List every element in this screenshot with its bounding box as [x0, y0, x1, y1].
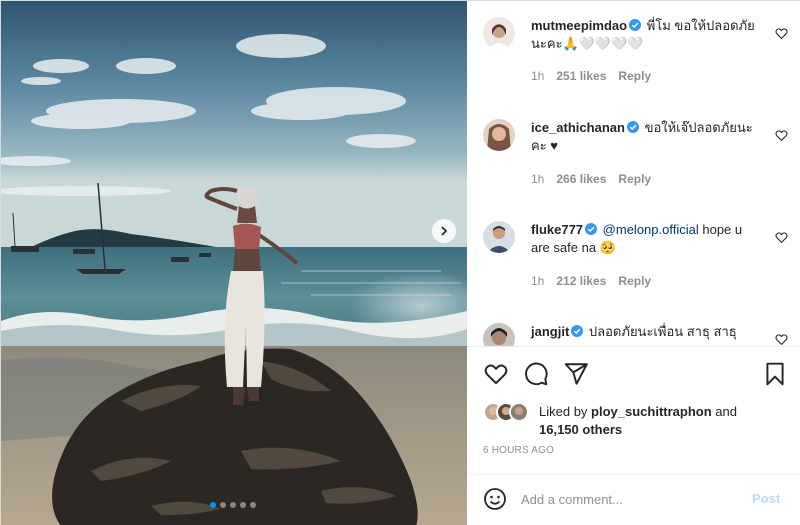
liked-by-section: Liked by ploy_suchittraphon and 16,150 o… — [483, 401, 783, 441]
comment-item: jangjit ปลอดภัยนะเพื่อน สาธุ สาธุ — [483, 323, 788, 346]
comment-likes[interactable]: 251 likes — [556, 69, 606, 83]
instagram-post-window: mutmeepimdao พี่โม ขอให้ปลอดภัยนะคะ🙏🤍🤍🤍🤍… — [0, 0, 800, 525]
carousel-dot — [220, 502, 226, 508]
post-action-bar — [483, 361, 788, 387]
reply-button[interactable]: Reply — [618, 172, 651, 186]
comment-time[interactable]: 1h — [531, 69, 544, 83]
comment-like-heart-icon[interactable] — [775, 231, 788, 244]
comment-username[interactable]: ice_athichanan — [531, 120, 625, 135]
comment-body: mutmeepimdao พี่โม ขอให้ปลอดภัยนะคะ🙏🤍🤍🤍🤍 — [531, 17, 761, 53]
post-timestamp[interactable]: 6 HOURS AGO — [483, 445, 554, 456]
comment-like-heart-icon[interactable] — [775, 129, 788, 142]
bookmark-icon[interactable] — [762, 361, 788, 387]
paper-plane-icon[interactable] — [563, 361, 589, 387]
avatar — [509, 402, 529, 422]
comment-meta: 1h 266 likes Reply — [531, 172, 651, 186]
comment-likes[interactable]: 212 likes — [556, 274, 606, 288]
avatar[interactable] — [483, 221, 515, 253]
liked-by-and: and — [715, 404, 737, 419]
carousel-next-button[interactable] — [432, 219, 456, 243]
comment-body: ice_athichanan ขอให้เจ๊ปลอดภัยนะคะ ♥ — [531, 119, 761, 155]
avatar[interactable] — [483, 119, 515, 151]
carousel-dot — [230, 502, 236, 508]
post-side-panel: mutmeepimdao พี่โม ขอให้ปลอดภัยนะคะ🙏🤍🤍🤍🤍… — [467, 1, 800, 525]
comment-meta: 1h 212 likes Reply — [531, 274, 651, 288]
emoji-icon[interactable] — [483, 487, 507, 511]
avatar[interactable] — [483, 17, 515, 49]
add-comment-bar: Post — [467, 474, 800, 525]
verified-badge-icon — [629, 19, 642, 31]
verified-badge-icon — [626, 121, 639, 133]
comment-input[interactable] — [521, 489, 741, 509]
chevron-right-icon — [441, 226, 448, 236]
heart-icon[interactable] — [483, 361, 509, 387]
liked-by-text: Liked by ploy_suchittraphon and 16,150 o… — [539, 403, 779, 439]
comment-time[interactable]: 1h — [531, 274, 544, 288]
beach-photo-image — [1, 1, 467, 525]
verified-badge-icon — [571, 325, 584, 337]
divider — [467, 346, 800, 347]
comments-list[interactable]: mutmeepimdao พี่โม ขอให้ปลอดภัยนะคะ🙏🤍🤍🤍🤍… — [467, 1, 800, 346]
verified-badge-icon — [585, 223, 598, 235]
carousel-dot — [210, 502, 216, 508]
comment-meta: 1h 251 likes Reply — [531, 69, 651, 83]
comment-item: fluke777 @melonp.official hope u are saf… — [483, 221, 788, 311]
comment-like-heart-icon[interactable] — [775, 333, 788, 346]
post-comment-button[interactable]: Post — [752, 491, 780, 506]
comment-body: jangjit ปลอดภัยนะเพื่อน สาธุ สาธุ — [531, 323, 761, 341]
liked-by-others-link[interactable]: 16,150 others — [539, 422, 622, 437]
comment-username[interactable]: mutmeepimdao — [531, 18, 627, 33]
post-photo[interactable] — [1, 1, 467, 525]
comment-likes[interactable]: 266 likes — [556, 172, 606, 186]
comment-item: mutmeepimdao พี่โม ขอให้ปลอดภัยนะคะ🙏🤍🤍🤍🤍… — [483, 17, 788, 107]
liked-by-user-link[interactable]: ploy_suchittraphon — [591, 404, 712, 419]
comment-body: fluke777 @melonp.official hope u are saf… — [531, 221, 761, 257]
comment-username[interactable]: jangjit — [531, 324, 569, 339]
carousel-indicator — [210, 502, 256, 508]
reply-button[interactable]: Reply — [618, 69, 651, 83]
comment-mention-link[interactable]: @melonp.official — [603, 222, 699, 237]
comment-icon[interactable] — [523, 361, 549, 387]
reply-button[interactable]: Reply — [618, 274, 651, 288]
comment-like-heart-icon[interactable] — [775, 27, 788, 40]
liked-by-prefix: Liked by — [539, 404, 588, 419]
carousel-dot — [240, 502, 246, 508]
comment-text: ปลอดภัยนะเพื่อน สาธุ สาธุ — [588, 324, 737, 339]
comment-username[interactable]: fluke777 — [531, 222, 583, 237]
comment-time[interactable]: 1h — [531, 172, 544, 186]
carousel-dot — [250, 502, 256, 508]
comment-item: ice_athichanan ขอให้เจ๊ปลอดภัยนะคะ ♥ 1h … — [483, 119, 788, 209]
avatar[interactable] — [483, 323, 515, 346]
